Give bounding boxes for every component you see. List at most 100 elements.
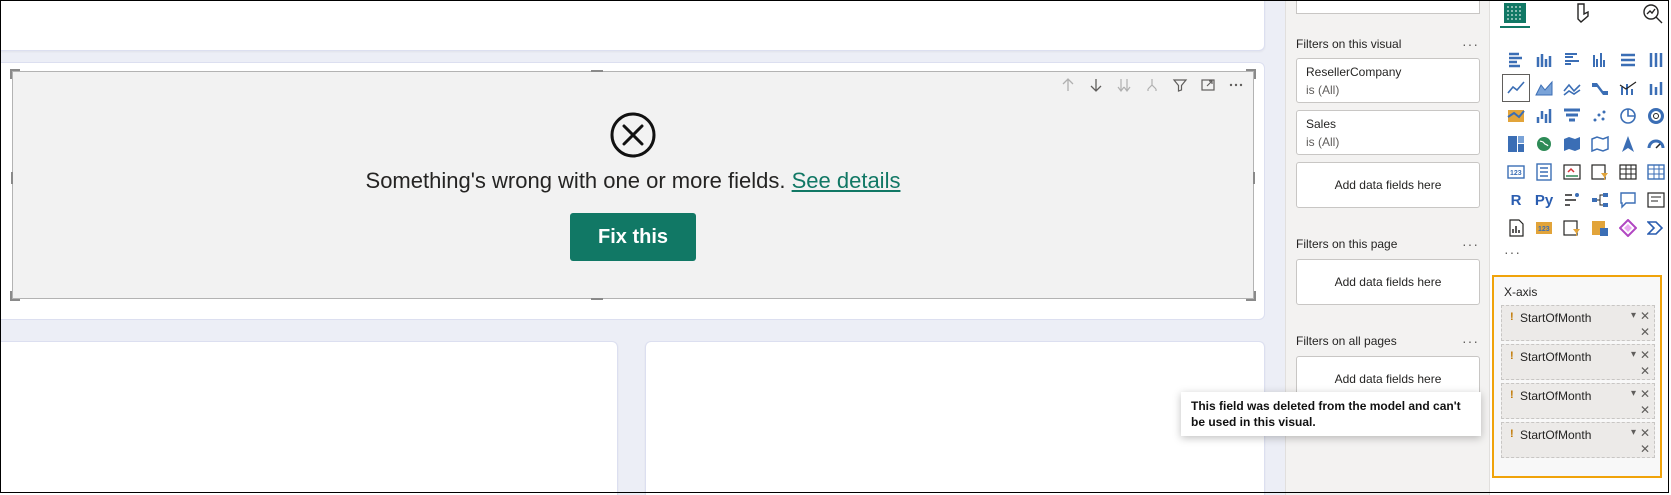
resize-handle-top[interactable] <box>591 70 603 72</box>
card-icon[interactable]: 123 <box>1502 158 1530 186</box>
chevron-down-icon[interactable]: ▾ <box>1631 310 1636 321</box>
kpi-icon[interactable] <box>1558 158 1586 186</box>
warning-icon: ! <box>1510 311 1514 323</box>
resize-corner-tl[interactable] <box>10 69 20 79</box>
double-arrow-down-icon[interactable] <box>1113 74 1135 96</box>
filter-search-box[interactable] <box>1296 0 1480 14</box>
x-axis-field[interactable]: ! StartOfMonth ▾ ✕ ✕ <box>1501 305 1655 341</box>
more-options-icon[interactable] <box>1225 74 1247 96</box>
funnel-chart-icon[interactable] <box>1558 102 1586 130</box>
add-data-fields-page[interactable]: Add data fields here <box>1296 259 1480 305</box>
field-name: StartOfMonth <box>1520 350 1592 364</box>
chevron-down-icon[interactable]: ▾ <box>1631 427 1636 438</box>
100-stacked-bar-chart-icon[interactable] <box>1614 46 1642 74</box>
slicer-icon[interactable] <box>1586 158 1614 186</box>
broken-visual[interactable]: Something's wrong with one or more field… <box>10 69 1256 301</box>
waterfall-chart-icon[interactable] <box>1502 102 1530 130</box>
power-automate-chevron-icon[interactable] <box>1642 214 1670 242</box>
smart-narrative-icon[interactable] <box>1642 186 1670 214</box>
remove-field-icon[interactable]: ✕ <box>1640 426 1650 440</box>
close-icon[interactable]: ✕ <box>1640 403 1650 417</box>
resize-handle-bottom[interactable] <box>591 298 603 300</box>
visual-header-toolbar <box>1057 74 1247 96</box>
focus-mode-icon[interactable] <box>1197 74 1219 96</box>
clustered-column-chart-icon[interactable] <box>1586 46 1614 74</box>
pie-chart-icon[interactable] <box>1614 102 1642 130</box>
close-icon[interactable]: ✕ <box>1640 442 1650 456</box>
top-visual-card[interactable] <box>0 0 1265 51</box>
100-stacked-column-chart-icon[interactable] <box>1642 46 1670 74</box>
see-details-link[interactable]: See details <box>792 168 901 193</box>
remove-field-icon[interactable]: ✕ <box>1640 387 1650 401</box>
remove-field-icon[interactable]: ✕ <box>1640 348 1650 362</box>
table-icon[interactable] <box>1614 158 1642 186</box>
filters-on-all-pages-more-button[interactable]: ··· <box>1462 333 1479 349</box>
filters-on-visual-more-button[interactable]: ··· <box>1462 36 1479 52</box>
add-data-fields-visual[interactable]: Add data fields here <box>1296 162 1480 208</box>
scatter-chart-icon[interactable] <box>1586 102 1614 130</box>
shape-map-icon[interactable] <box>1586 130 1614 158</box>
stacked-bar-chart-icon[interactable] <box>1502 46 1530 74</box>
close-icon[interactable]: ✕ <box>1640 325 1650 339</box>
key-influencers-icon[interactable] <box>1558 186 1586 214</box>
svg-text:123: 123 <box>1510 170 1522 177</box>
chevron-down-icon[interactable]: ▾ <box>1631 349 1636 360</box>
build-visual-tab-icon[interactable] <box>1500 0 1530 28</box>
x-axis-field[interactable]: ! StartOfMonth ▾ ✕ ✕ <box>1501 383 1655 419</box>
bottom-left-visual-card[interactable] <box>0 341 618 495</box>
r-script-visual-icon[interactable]: R <box>1502 186 1530 214</box>
chevron-down-icon[interactable]: ▾ <box>1631 388 1636 399</box>
arrow-down-icon[interactable] <box>1085 74 1107 96</box>
filter-card-resellercompany[interactable]: ResellerCompany is (All) <box>1296 58 1480 103</box>
python-visual-icon[interactable]: Py <box>1530 186 1558 214</box>
paginated-report-icon[interactable] <box>1502 214 1530 242</box>
line-and-stacked-column-chart-icon[interactable] <box>1642 74 1670 102</box>
multi-row-card-icon[interactable] <box>1530 158 1558 186</box>
resize-corner-bl[interactable] <box>10 291 20 301</box>
filter-icon[interactable] <box>1169 74 1191 96</box>
stacked-column-chart-icon[interactable] <box>1530 46 1558 74</box>
visual-type-gallery: 123 R Py 123 <box>1502 46 1670 242</box>
gauge-icon[interactable] <box>1642 130 1670 158</box>
x-axis-field[interactable]: ! StartOfMonth ▾ ✕ ✕ <box>1501 344 1655 380</box>
filter-card-sales[interactable]: Sales is (All) <box>1296 110 1480 155</box>
resize-corner-br[interactable] <box>1246 291 1256 301</box>
viz-pane-tabs <box>1490 0 1671 30</box>
waterfall-bars-icon[interactable] <box>1530 102 1558 130</box>
area-chart-icon[interactable] <box>1530 74 1558 102</box>
close-icon[interactable]: ✕ <box>1640 364 1650 378</box>
line-and-column-chart-icon[interactable] <box>1614 74 1642 102</box>
filters-on-page-title: Filters on this page <box>1296 237 1398 251</box>
qa-visual-icon[interactable] <box>1614 186 1642 214</box>
power-automate-icon[interactable] <box>1558 214 1586 242</box>
x-axis-field[interactable]: ! StartOfMonth ▾ ✕ ✕ <box>1501 422 1655 458</box>
fix-this-button[interactable]: Fix this <box>570 213 696 261</box>
clustered-bar-chart-icon[interactable] <box>1558 46 1586 74</box>
resize-corner-tr[interactable] <box>1246 69 1256 79</box>
custom-visual-icon[interactable] <box>1586 214 1614 242</box>
donut-chart-icon[interactable] <box>1642 102 1670 130</box>
remove-field-icon[interactable]: ✕ <box>1640 309 1650 323</box>
get-more-visuals-button[interactable]: ··· <box>1504 244 1521 260</box>
fork-icon[interactable] <box>1141 74 1163 96</box>
map-icon[interactable] <box>1530 130 1558 158</box>
filled-map-icon[interactable] <box>1558 130 1586 158</box>
stacked-area-chart-icon[interactable] <box>1558 74 1586 102</box>
power-apps-icon[interactable]: 123 <box>1530 214 1558 242</box>
filter-card-state: is (All) <box>1306 135 1340 149</box>
ribbon-chart-icon[interactable] <box>1586 74 1614 102</box>
decomposition-tree-icon[interactable] <box>1586 186 1614 214</box>
treemap-icon[interactable] <box>1502 130 1530 158</box>
bottom-right-visual-card[interactable] <box>645 341 1265 495</box>
filters-on-page-more-button[interactable]: ··· <box>1462 236 1479 252</box>
resize-handle-right[interactable] <box>1253 172 1255 184</box>
format-visual-tab-icon[interactable] <box>1570 0 1600 26</box>
power-apps-diamond-icon[interactable] <box>1614 214 1642 242</box>
field-name: StartOfMonth <box>1520 389 1592 403</box>
matrix-icon[interactable] <box>1642 158 1670 186</box>
line-chart-icon[interactable] <box>1502 74 1530 102</box>
analytics-tab-icon[interactable] <box>1638 0 1668 26</box>
field-name: StartOfMonth <box>1520 428 1592 442</box>
azure-map-icon[interactable] <box>1614 130 1642 158</box>
arrow-up-icon[interactable] <box>1057 74 1079 96</box>
